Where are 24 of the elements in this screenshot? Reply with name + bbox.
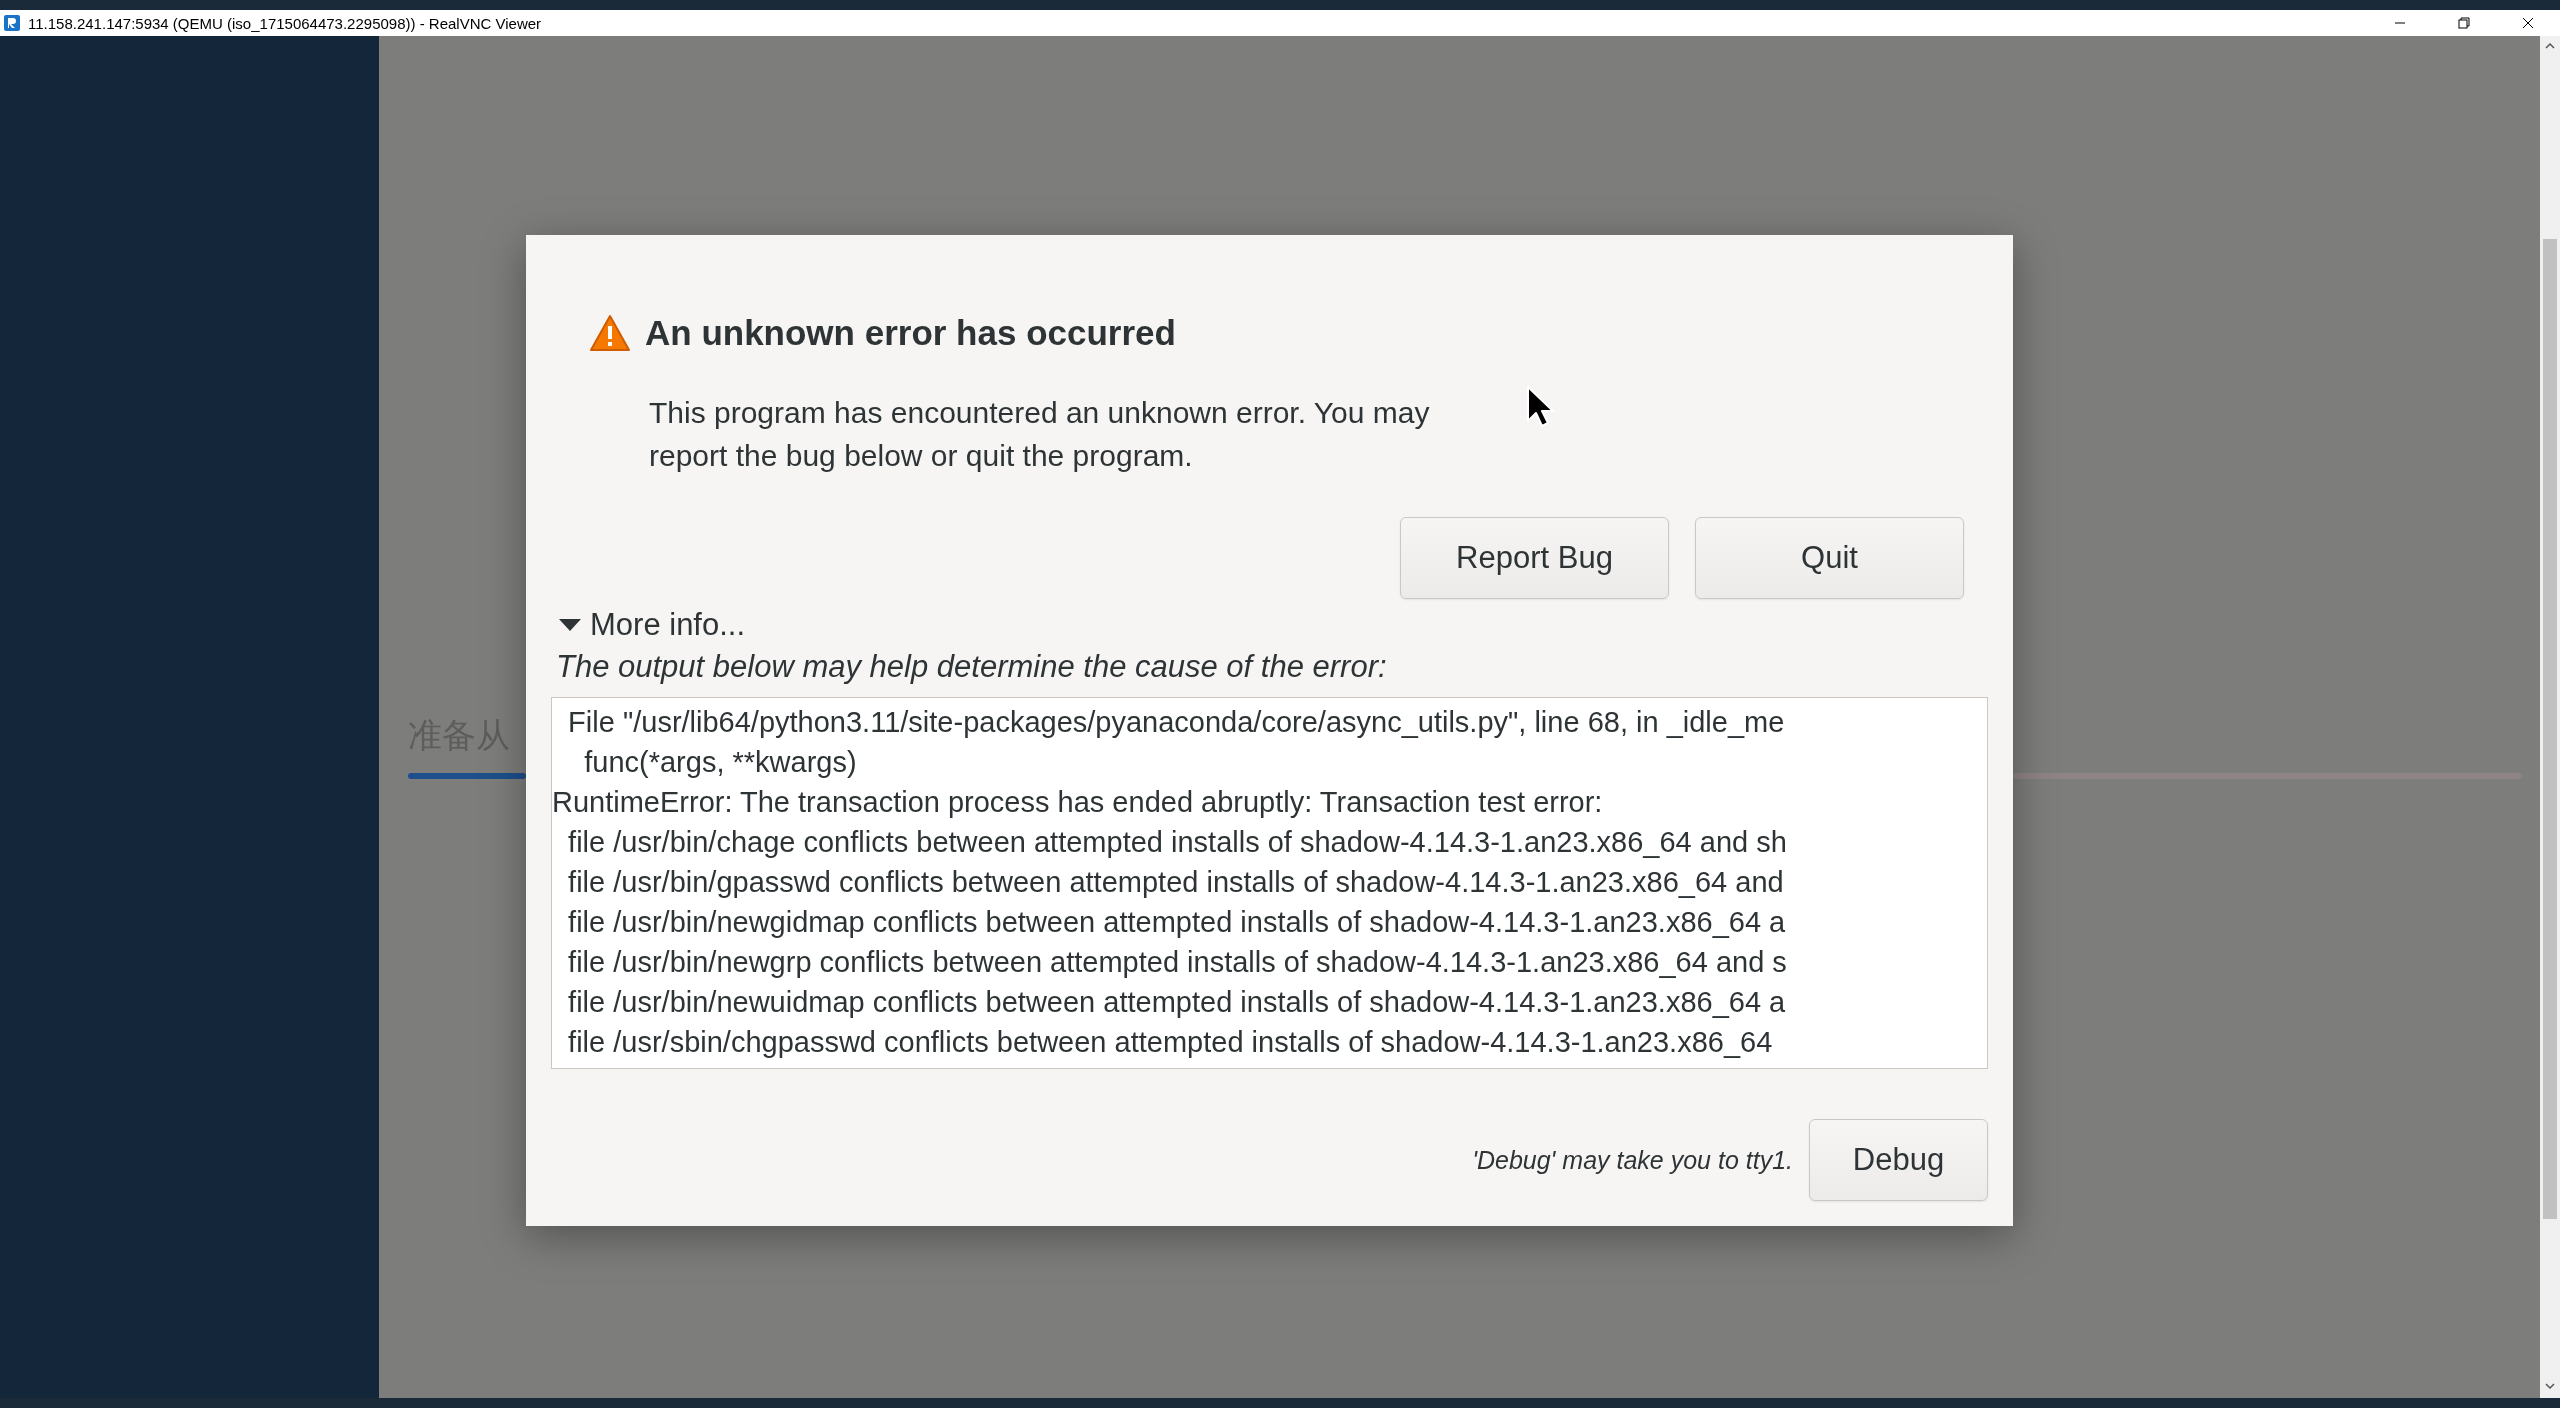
output-line: file /usr/bin/newgidmap conflicts between attempted installs of shadow-4.14.3-1.an23.x86_64 a xyxy=(567,905,1787,940)
output-hint: The output below may help determine the cause of the error: xyxy=(556,649,1388,685)
output-line: func(*args, **kwargs) xyxy=(583,745,858,780)
dialog-button[interactable]: Report Bug xyxy=(1400,517,1669,599)
warning-icon xyxy=(589,314,631,352)
output-line: file /usr/bin/gpasswd conflicts between attempted installs of shadow-4.14.3-1.an23.x86_64 and xyxy=(567,865,1785,900)
cursor-icon xyxy=(1526,385,1554,429)
close-icon[interactable] xyxy=(2522,17,2534,29)
restore-icon[interactable] xyxy=(2458,17,2470,29)
output-line: File "/usr/lib64/python3.11/site-packages/pyanaconda/core/async_utils.py", line 68, in _idle_me xyxy=(567,705,1786,740)
error-message: This program has encountered an unknown error. You may report the bug below or quit the program. xyxy=(649,395,1431,474)
output-line: file /usr/bin/newgrp conflicts between attempted installs of shadow-4.14.3-1.an23.x86_64 and s xyxy=(567,945,1788,980)
window-title: 11.158.241.147:5934 (QEMU (iso_1715064473.2295098)) - RealVNC Viewer xyxy=(28,14,543,32)
debug-hint: 'Debug' may take you to tty1. xyxy=(1472,1145,1793,1175)
debug-button[interactable]: Debug xyxy=(1809,1119,1988,1201)
dialog-button[interactable]: Quit xyxy=(1695,517,1964,599)
output-line: file /usr/bin/newuidmap conflicts between attempted installs of shadow-4.14.3-1.an23.x86_64 a xyxy=(567,985,1787,1020)
scrollbar[interactable] xyxy=(2540,36,2560,1398)
output-line: file /usr/sbin/chgpasswd conflicts between attempted installs of shadow-4.14.3-1.an23.x86_64 xyxy=(567,1025,1774,1060)
more-info-expander[interactable]: More info... xyxy=(551,607,746,643)
output-line: RuntimeError: The transaction process has ended abruptly: Transaction test error: xyxy=(552,785,1604,820)
output-line: file /usr/bin/chage conflicts between attempted installs of shadow-4.14.3-1.an23.x86_64 and sh xyxy=(567,825,1788,860)
dialog-title: An unknown error has occurred xyxy=(645,313,1176,353)
app-icon xyxy=(4,15,20,31)
